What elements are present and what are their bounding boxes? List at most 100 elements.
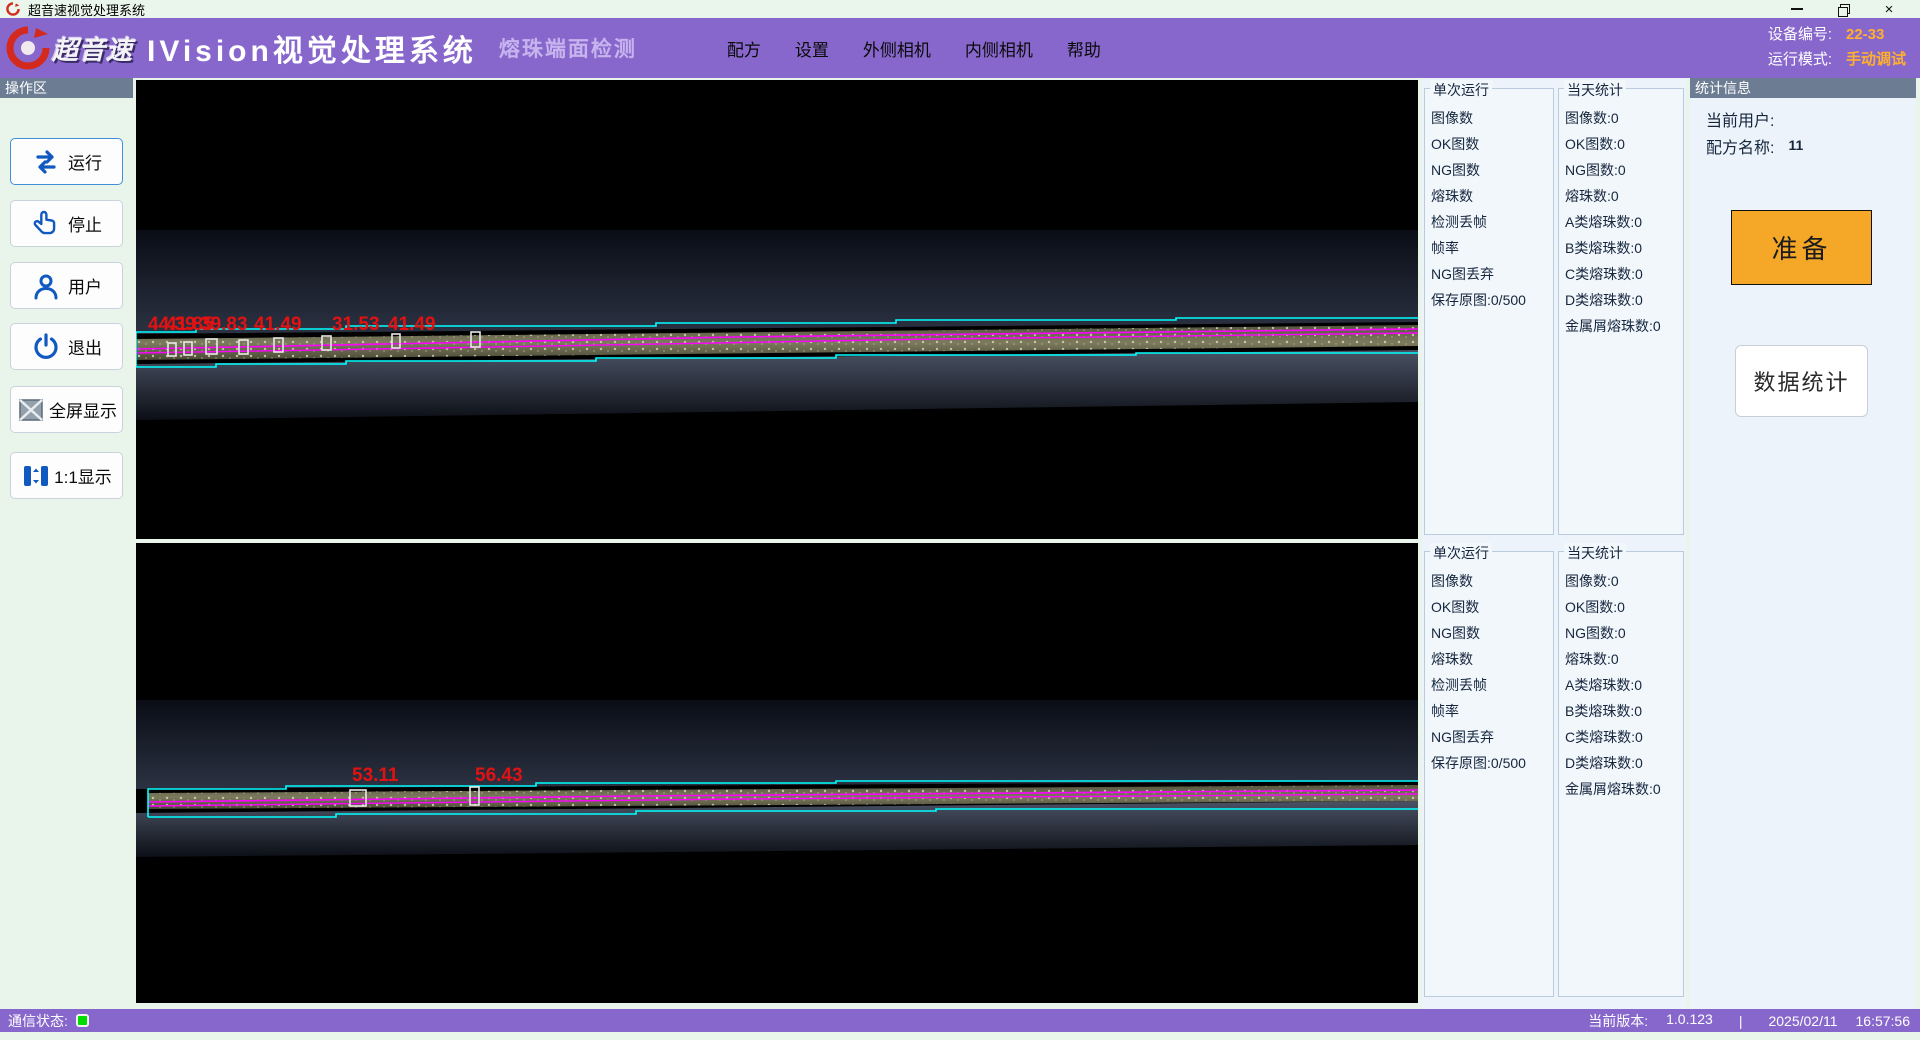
device-id-value: 22-33 bbox=[1846, 22, 1884, 47]
stat-row: 金属屑熔珠数:0 bbox=[1565, 776, 1683, 802]
inner-camera-view: 53.11 56.43 bbox=[136, 543, 1418, 1003]
device-id-label: 设备编号: bbox=[1768, 22, 1832, 47]
minimize-button[interactable] bbox=[1774, 0, 1820, 18]
app-subtitle: 熔珠端面检测 bbox=[499, 33, 637, 63]
outer-camera-stats: 单次运行 图像数OK图数NG图数熔珠数检测丢帧帧率NG图丢弃保存原图:0/500… bbox=[1422, 80, 1686, 539]
stat-row: 帧率 bbox=[1431, 698, 1553, 724]
stat-row: NG图数 bbox=[1431, 620, 1553, 646]
exit-button[interactable]: 退出 bbox=[10, 323, 123, 370]
stat-row: 检测丢帧 bbox=[1431, 209, 1553, 235]
brand-name: 超音速 bbox=[52, 30, 133, 67]
run-mode-value: 手动调试 bbox=[1846, 47, 1906, 72]
run-button[interactable]: 运行 bbox=[10, 138, 123, 185]
stat-row: NG图数 bbox=[1431, 157, 1553, 183]
data-stats-button[interactable]: 数据统计 bbox=[1735, 345, 1868, 417]
status-date: 2025/02/11 bbox=[1768, 1013, 1837, 1029]
single-run-groupbox: 单次运行 图像数OK图数NG图数熔珠数检测丢帧帧率NG图丢弃保存原图:0/500 bbox=[1424, 88, 1554, 535]
window-title: 超音速视觉处理系统 bbox=[28, 0, 145, 19]
app-title: IVision视觉处理系统 bbox=[147, 26, 477, 70]
menu-inner-camera[interactable]: 内侧相机 bbox=[965, 36, 1033, 61]
one-to-one-icon bbox=[21, 461, 51, 491]
measurement-value: 41.49 bbox=[254, 314, 302, 335]
outer-camera-view: 44.3941.8539.8341.4931.5341.49 bbox=[136, 80, 1418, 539]
stop-button[interactable]: 停止 bbox=[10, 200, 123, 247]
inner-camera-image: 53.11 56.43 bbox=[136, 543, 1418, 1003]
stat-row: OK图数 bbox=[1431, 131, 1553, 157]
stat-row: D类熔珠数:0 bbox=[1565, 287, 1683, 313]
stop-hand-icon bbox=[31, 209, 61, 239]
stat-row: B类熔珠数:0 bbox=[1565, 698, 1683, 724]
single-run-title: 单次运行 bbox=[1430, 80, 1492, 100]
stat-row: C类熔珠数:0 bbox=[1565, 261, 1683, 287]
comm-status-indicator bbox=[76, 1014, 89, 1027]
stat-row: OK图数:0 bbox=[1565, 131, 1683, 157]
measurement-value: 39.83 bbox=[200, 314, 248, 335]
close-button[interactable]: × bbox=[1866, 0, 1912, 18]
user-button-label: 用户 bbox=[68, 273, 102, 298]
close-icon: × bbox=[1885, 2, 1894, 17]
measurement-value: 56.43 bbox=[475, 765, 523, 786]
single-run-list: 图像数OK图数NG图数熔珠数检测丢帧帧率NG图丢弃保存原图:0/500 bbox=[1425, 89, 1553, 313]
daily-stats-groupbox: 当天统计 图像数:0OK图数:0NG图数:0熔珠数:0A类熔珠数:0B类熔珠数:… bbox=[1558, 88, 1684, 535]
stat-row: 熔珠数:0 bbox=[1565, 183, 1683, 209]
comm-status-label: 通信状态: bbox=[8, 1011, 68, 1031]
inner-camera-stats: 单次运行 图像数OK图数NG图数熔珠数检测丢帧帧率NG图丢弃保存原图:0/500… bbox=[1422, 543, 1686, 1001]
restore-button[interactable] bbox=[1820, 0, 1866, 18]
stat-row: NG图数:0 bbox=[1565, 157, 1683, 183]
one-to-one-button[interactable]: 1:1显示 bbox=[10, 452, 123, 499]
fullscreen-button[interactable]: 全屏显示 bbox=[10, 386, 123, 433]
measurement-value: 31.53 bbox=[332, 314, 380, 335]
statistics-panel: 单次运行 图像数OK图数NG图数熔珠数检测丢帧帧率NG图丢弃保存原图:0/500… bbox=[1422, 78, 1686, 1010]
daily-stats-groupbox: 当天统计 图像数:0OK图数:0NG图数:0熔珠数:0A类熔珠数:0B类熔珠数:… bbox=[1558, 551, 1684, 997]
menu-settings[interactable]: 设置 bbox=[795, 36, 829, 61]
operation-panel: 操作区 运行 停止 用户 退出 bbox=[0, 78, 133, 1010]
app-logo-icon bbox=[6, 2, 20, 16]
stat-row: A类熔珠数:0 bbox=[1565, 672, 1683, 698]
run-loop-icon bbox=[31, 147, 61, 177]
stat-row: 图像数:0 bbox=[1565, 568, 1683, 594]
header-bar: 超音速 IVision视觉处理系统 熔珠端面检测 配方 设置 外侧相机 内侧相机… bbox=[0, 18, 1920, 78]
stat-row: C类熔珠数:0 bbox=[1565, 724, 1683, 750]
brand-logo: 超音速 bbox=[6, 26, 133, 70]
restore-icon bbox=[1838, 4, 1849, 15]
version-value: 1.0.123 bbox=[1666, 1011, 1713, 1031]
prepare-button[interactable]: 准备 bbox=[1731, 210, 1872, 285]
one-to-one-button-label: 1:1显示 bbox=[54, 463, 112, 488]
fullscreen-button-label: 全屏显示 bbox=[49, 397, 117, 422]
single-run-title: 单次运行 bbox=[1430, 543, 1492, 563]
stat-row: 检测丢帧 bbox=[1431, 672, 1553, 698]
stat-row: 保存原图:0/500 bbox=[1431, 287, 1553, 313]
info-panel: 统计信息 当前用户: 配方名称: 11 准备 数据统计 bbox=[1690, 78, 1916, 1010]
current-user-label: 当前用户: bbox=[1706, 108, 1774, 135]
stat-row: 保存原图:0/500 bbox=[1431, 750, 1553, 776]
device-info: 设备编号: 22-33 运行模式: 手动调试 bbox=[1768, 22, 1906, 72]
menu-outer-camera[interactable]: 外侧相机 bbox=[863, 36, 931, 61]
stat-row: B类熔珠数:0 bbox=[1565, 235, 1683, 261]
main-menu: 配方 设置 外侧相机 内侧相机 帮助 bbox=[727, 36, 1101, 61]
stat-row: OK图数 bbox=[1431, 594, 1553, 620]
measurement-value: 53.11 bbox=[352, 765, 399, 786]
recipe-name-label: 配方名称: bbox=[1706, 135, 1774, 162]
daily-stats-list: 图像数:0OK图数:0NG图数:0熔珠数:0A类熔珠数:0B类熔珠数:0C类熔珠… bbox=[1559, 552, 1683, 802]
stop-button-label: 停止 bbox=[68, 211, 102, 236]
stat-row: 图像数:0 bbox=[1565, 105, 1683, 131]
minimize-icon bbox=[1791, 8, 1803, 10]
status-divider: | bbox=[1739, 1013, 1743, 1029]
single-run-list: 图像数OK图数NG图数熔珠数检测丢帧帧率NG图丢弃保存原图:0/500 bbox=[1425, 552, 1553, 776]
user-button[interactable]: 用户 bbox=[10, 262, 123, 309]
info-panel-title: 统计信息 bbox=[1690, 78, 1916, 98]
menu-recipe[interactable]: 配方 bbox=[727, 36, 761, 61]
stat-row: A类熔珠数:0 bbox=[1565, 209, 1683, 235]
daily-stats-title: 当天统计 bbox=[1564, 543, 1626, 563]
stat-row: 熔珠数 bbox=[1431, 183, 1553, 209]
status-bar: 通信状态: 当前版本: 1.0.123 | 2025/02/11 16:57:5… bbox=[0, 1009, 1920, 1032]
stat-row: NG图丢弃 bbox=[1431, 724, 1553, 750]
recipe-name-value: 11 bbox=[1788, 132, 1803, 159]
menu-help[interactable]: 帮助 bbox=[1067, 36, 1101, 61]
outer-camera-image: 44.3941.8539.8341.4931.5341.49 bbox=[136, 80, 1418, 539]
app-window: 超音速视觉处理系统 × 超音速 IVision视觉处理系统 熔珠端面检测 配方 … bbox=[0, 0, 1920, 1040]
run-mode-label: 运行模式: bbox=[1768, 47, 1832, 72]
stat-row: 图像数 bbox=[1431, 105, 1553, 131]
brand-swoosh-icon bbox=[6, 26, 50, 70]
stat-row: 熔珠数 bbox=[1431, 646, 1553, 672]
